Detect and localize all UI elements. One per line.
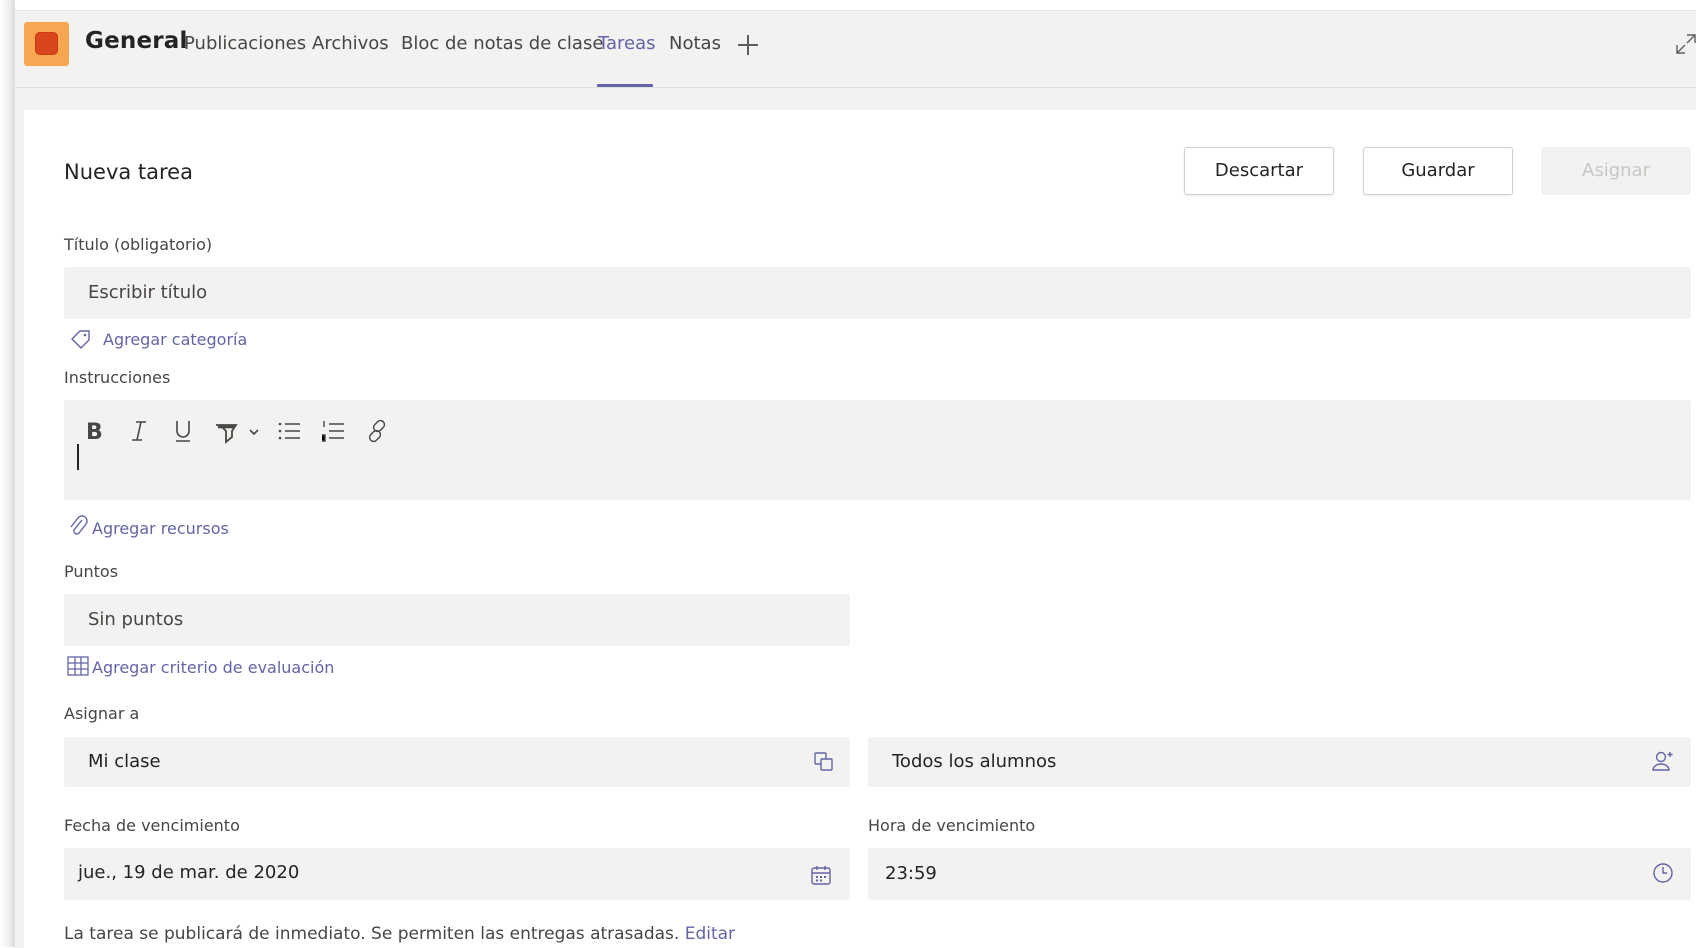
bold-icon[interactable]: B bbox=[80, 416, 110, 446]
title-placeholder: Escribir título bbox=[88, 282, 208, 303]
tab-notas[interactable]: Notas bbox=[669, 33, 721, 54]
expand-icon[interactable] bbox=[1675, 33, 1696, 55]
active-tab-indicator bbox=[597, 84, 653, 87]
publish-info-text: La tarea se publicará de inmediato. Se p… bbox=[64, 924, 680, 944]
paperclip-icon bbox=[70, 515, 88, 535]
save-button[interactable]: Guardar bbox=[1363, 147, 1513, 195]
svg-text:B: B bbox=[86, 420, 103, 445]
due-date-value: jue., 19 de mar. de 2020 bbox=[78, 862, 300, 883]
add-person-icon[interactable] bbox=[1651, 749, 1675, 773]
assign-to-label: Asignar a bbox=[64, 704, 140, 723]
edit-link[interactable]: Editar bbox=[685, 924, 735, 944]
window-shadow bbox=[0, 0, 15, 947]
add-tab-icon[interactable] bbox=[735, 32, 761, 58]
channel-name: General bbox=[85, 28, 188, 54]
due-time-label: Hora de vencimiento bbox=[868, 816, 1036, 835]
points-select[interactable]: Sin puntos bbox=[64, 594, 850, 646]
add-category-link[interactable]: Agregar categoría bbox=[103, 330, 247, 349]
add-resources-link[interactable]: Agregar recursos bbox=[92, 519, 229, 538]
underline-icon[interactable] bbox=[168, 416, 198, 446]
due-date-label: Fecha de vencimiento bbox=[64, 816, 240, 835]
instructions-label: Instrucciones bbox=[64, 368, 171, 387]
bullet-list-icon[interactable] bbox=[274, 416, 304, 446]
discard-button[interactable]: Descartar bbox=[1184, 147, 1334, 195]
tab-tareas[interactable]: Tareas bbox=[598, 33, 656, 54]
due-time-value: 23:59 bbox=[885, 863, 937, 884]
students-value: Todos los alumnos bbox=[892, 751, 1057, 772]
add-rubric-link[interactable]: Agregar criterio de evaluación bbox=[92, 658, 334, 677]
publish-info: La tarea se publicará de inmediato. Se p… bbox=[64, 924, 735, 944]
teams-app: General Publicaciones Archivos Bloc de n… bbox=[15, 10, 1696, 948]
instructions-editor[interactable]: B bbox=[64, 400, 1691, 500]
team-avatar-icon[interactable] bbox=[24, 22, 69, 66]
link-icon[interactable] bbox=[362, 416, 392, 446]
class-value: Mi clase bbox=[88, 751, 161, 772]
channel-header: General Publicaciones Archivos Bloc de n… bbox=[15, 11, 1696, 88]
clock-icon[interactable] bbox=[1651, 861, 1675, 885]
due-date-input[interactable]: jue., 19 de mar. de 2020 bbox=[64, 848, 850, 900]
text-cursor bbox=[77, 444, 79, 470]
numbered-list-icon[interactable] bbox=[318, 416, 348, 446]
assign-button[interactable]: Asignar bbox=[1541, 147, 1691, 195]
page-title: Nueva tarea bbox=[64, 160, 193, 184]
title-label: Título (obligatorio) bbox=[64, 235, 213, 254]
tab-archivos[interactable]: Archivos bbox=[312, 33, 389, 54]
class-select[interactable]: Mi clase bbox=[64, 737, 850, 787]
points-label: Puntos bbox=[64, 562, 119, 581]
students-select[interactable]: Todos los alumnos bbox=[868, 737, 1691, 787]
rubric-grid-icon bbox=[67, 656, 89, 676]
tab-bloc-de-notas[interactable]: Bloc de notas de clase bbox=[401, 33, 603, 54]
class-picker-icon[interactable] bbox=[813, 751, 835, 773]
tab-publicaciones[interactable]: Publicaciones bbox=[184, 33, 306, 54]
italic-icon[interactable] bbox=[124, 416, 154, 446]
calendar-icon[interactable] bbox=[809, 863, 833, 887]
new-assignment-panel: Nueva tarea Descartar Guardar Asignar Tí… bbox=[24, 110, 1696, 948]
title-input[interactable]: Escribir título bbox=[64, 267, 1691, 319]
due-time-input[interactable]: 23:59 bbox=[868, 848, 1691, 900]
tag-icon bbox=[71, 330, 90, 349]
points-value: Sin puntos bbox=[88, 609, 184, 630]
highlight-icon[interactable] bbox=[212, 416, 266, 446]
